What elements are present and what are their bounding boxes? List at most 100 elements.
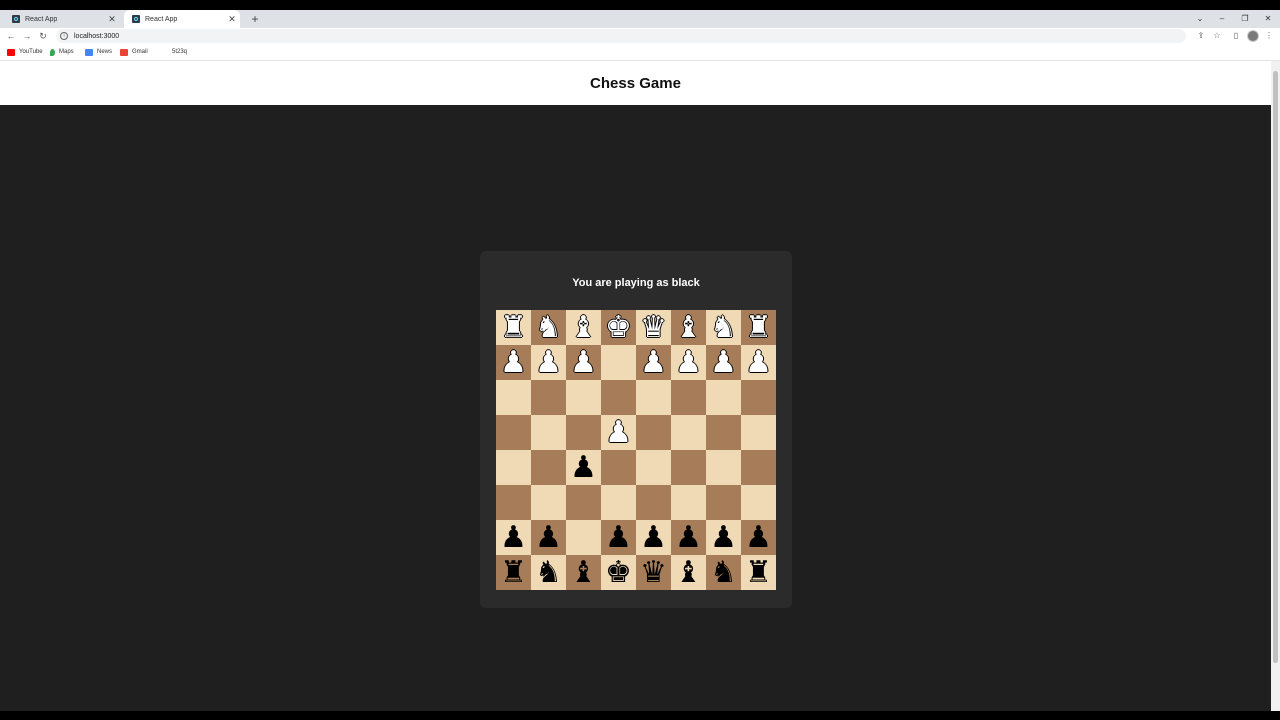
bookmark-5t23q[interactable]: 5t23q [160,47,187,57]
black-pawn-icon[interactable]: ♟ [531,520,566,555]
reload-icon[interactable]: ↻ [36,29,50,43]
close-window-icon[interactable]: ✕ [1260,12,1276,26]
board-square[interactable] [566,380,601,415]
board-square[interactable] [741,380,776,415]
black-bishop-icon[interactable]: ♝ [671,555,706,590]
tab-react-app-1[interactable]: React App ✕ [4,10,120,28]
black-knight-icon[interactable]: ♞ [531,555,566,590]
board-square[interactable] [636,415,671,450]
white-bishop-icon[interactable]: ♝ [671,310,706,345]
white-rook-icon[interactable]: ♜ [496,310,531,345]
white-king-icon[interactable]: ♚ [601,310,636,345]
black-king-icon[interactable]: ♚ [601,555,636,590]
bookmark-news[interactable]: News [85,47,112,57]
black-pawn-icon[interactable]: ♟ [601,520,636,555]
board-square[interactable] [496,380,531,415]
black-pawn-icon[interactable]: ♟ [566,450,601,485]
board-square[interactable] [706,450,741,485]
bookmark-label: Gmail [132,49,148,55]
white-knight-icon[interactable]: ♞ [706,310,741,345]
board-square[interactable] [566,520,601,555]
new-tab-button[interactable]: + [248,12,262,26]
board-square[interactable] [706,485,741,520]
bookmark-star-icon[interactable]: ☆ [1210,29,1224,43]
scrollbar-thumb[interactable] [1273,71,1278,663]
black-knight-icon[interactable]: ♞ [706,555,741,590]
white-pawn-icon[interactable]: ♟ [671,345,706,380]
white-pawn-icon[interactable]: ♟ [531,345,566,380]
board-square[interactable] [566,415,601,450]
site-info-icon[interactable]: i [60,32,68,40]
bookmark-label: Maps [59,49,74,55]
bookmark-maps[interactable]: Maps [50,47,74,57]
board-square[interactable] [636,380,671,415]
back-arrow-icon[interactable]: ← [4,29,18,43]
page-scrollbar[interactable] [1271,61,1280,711]
black-bishop-icon[interactable]: ♝ [566,555,601,590]
white-rook-icon[interactable]: ♜ [741,310,776,345]
board-square[interactable] [741,450,776,485]
tab-title: React App [25,15,58,23]
board-square[interactable] [706,380,741,415]
blank-bookmark-icon [160,49,168,56]
black-pawn-icon[interactable]: ♟ [706,520,741,555]
chess-board[interactable]: ♜ ♞ ♝ ♚ ♛ ♝ ♞ ♜ ♟ ♟ ♟ ♟ ♟ ♟ ♟ ♟ ♟ ♟ ♟ ♟ ♟ ♟ ♟ ♟ ♜ ♞ ♝ ♚ ♛ ♝ ♞ ♜ [496,310,776,590]
board-square[interactable] [671,380,706,415]
board-square[interactable] [671,450,706,485]
close-tab-icon[interactable]: ✕ [106,13,118,25]
board-square[interactable] [601,380,636,415]
white-pawn-icon[interactable]: ♟ [636,345,671,380]
minimize-icon[interactable]: – [1214,12,1230,26]
side-panel-icon[interactable]: ▯ [1229,29,1243,43]
black-pawn-icon[interactable]: ♟ [636,520,671,555]
board-square[interactable] [741,485,776,520]
white-pawn-icon[interactable]: ♟ [566,345,601,380]
board-square[interactable] [671,485,706,520]
page-title: Chess Game [590,74,681,92]
board-square[interactable] [706,415,741,450]
board-square[interactable] [601,345,636,380]
board-square[interactable] [531,450,566,485]
react-favicon-icon [132,15,140,23]
white-pawn-icon[interactable]: ♟ [741,345,776,380]
board-square[interactable] [636,450,671,485]
restore-icon[interactable]: ❐ [1237,12,1253,26]
share-icon[interactable]: ⇪ [1194,29,1208,43]
board-square[interactable] [496,485,531,520]
menu-kebab-icon[interactable]: ⋮ [1262,29,1276,43]
black-pawn-icon[interactable]: ♟ [671,520,706,555]
forward-arrow-icon[interactable]: → [20,29,34,43]
white-bishop-icon[interactable]: ♝ [566,310,601,345]
address-bar[interactable]: i localhost:3000 [56,29,1186,43]
tab-search-chevron-icon[interactable]: ⌄ [1192,12,1208,26]
board-square[interactable] [496,450,531,485]
tab-react-app-2[interactable]: React App ✕ [124,10,240,28]
black-pawn-icon[interactable]: ♟ [741,520,776,555]
board-square[interactable] [601,485,636,520]
board-square[interactable] [531,415,566,450]
board-square[interactable] [531,380,566,415]
white-pawn-icon[interactable]: ♟ [496,345,531,380]
board-square[interactable] [671,415,706,450]
black-rook-icon[interactable]: ♜ [496,555,531,590]
white-queen-icon[interactable]: ♛ [636,310,671,345]
player-color-status: You are playing as black [572,277,700,289]
black-queen-icon[interactable]: ♛ [636,555,671,590]
board-square[interactable] [531,485,566,520]
gmail-icon [120,48,128,56]
bookmark-gmail[interactable]: Gmail [120,47,148,57]
board-square[interactable] [496,415,531,450]
black-rook-icon[interactable]: ♜ [741,555,776,590]
bookmark-youtube[interactable]: YouTube [7,47,43,57]
white-knight-icon[interactable]: ♞ [531,310,566,345]
board-square[interactable] [741,415,776,450]
white-pawn-icon[interactable]: ♟ [706,345,741,380]
board-square[interactable] [566,485,601,520]
close-tab-icon[interactable]: ✕ [226,13,238,25]
profile-avatar[interactable] [1247,30,1259,42]
board-square[interactable] [636,485,671,520]
white-pawn-icon[interactable]: ♟ [601,415,636,450]
black-pawn-icon[interactable]: ♟ [496,520,531,555]
board-square[interactable] [601,450,636,485]
bookmark-label: News [97,49,113,55]
